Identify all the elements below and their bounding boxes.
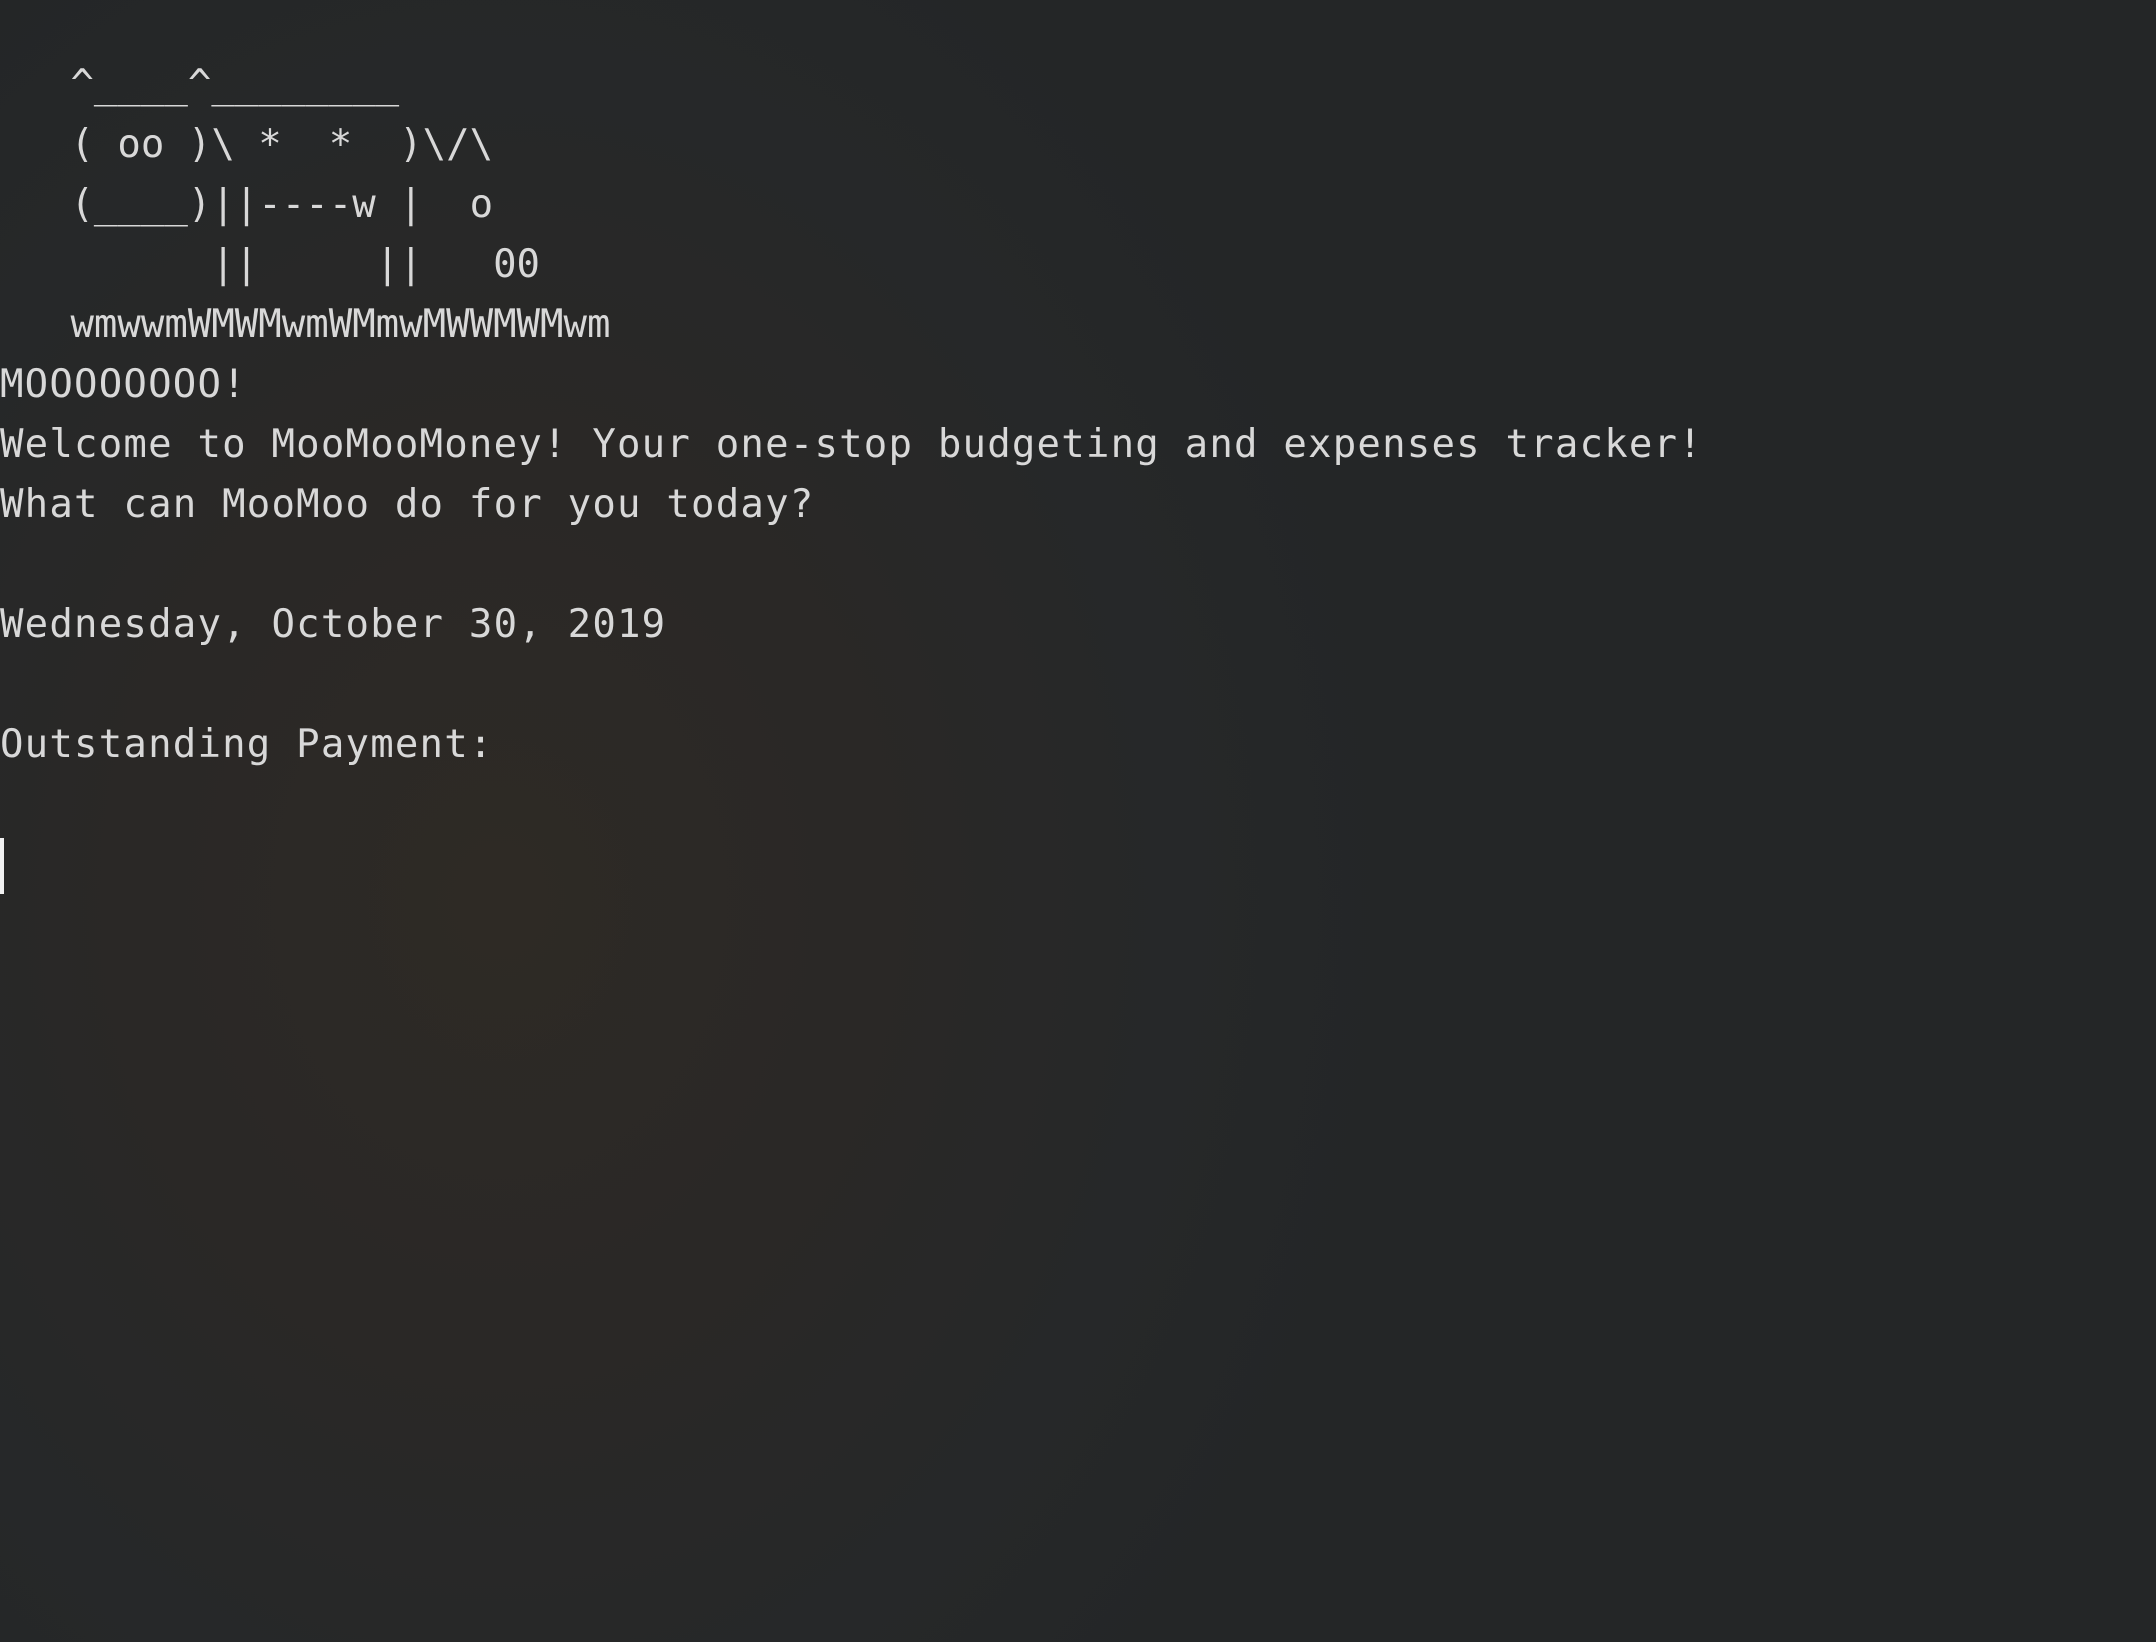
date-text: Wednesday, October 30, 2019 bbox=[0, 602, 667, 647]
prompt-text: What can MooMoo do for you today? bbox=[0, 482, 815, 527]
outstanding-payment-label: Outstanding Payment: bbox=[0, 722, 494, 767]
ascii-cow-line-1: ^____^________ bbox=[0, 62, 400, 107]
terminal-window[interactable]: ^____^________ ( oo )\ * * )\/\ (____)||… bbox=[0, 0, 2156, 1642]
ascii-cow-line-2: ( oo )\ * * )\/\ bbox=[0, 122, 494, 167]
welcome-text: Welcome to MooMooMoney! Your one-stop bu… bbox=[0, 422, 1703, 467]
ascii-cow-line-3: (____)||----w | o bbox=[0, 182, 494, 227]
greeting-text: MOOOOOOOO! bbox=[0, 362, 247, 407]
ascii-cow-line-5: wmwwmWMWMwmWMmwMWWMWMwm bbox=[0, 302, 611, 347]
text-cursor[interactable] bbox=[0, 838, 4, 894]
ascii-cow-line-4: || || 00 bbox=[0, 242, 541, 287]
